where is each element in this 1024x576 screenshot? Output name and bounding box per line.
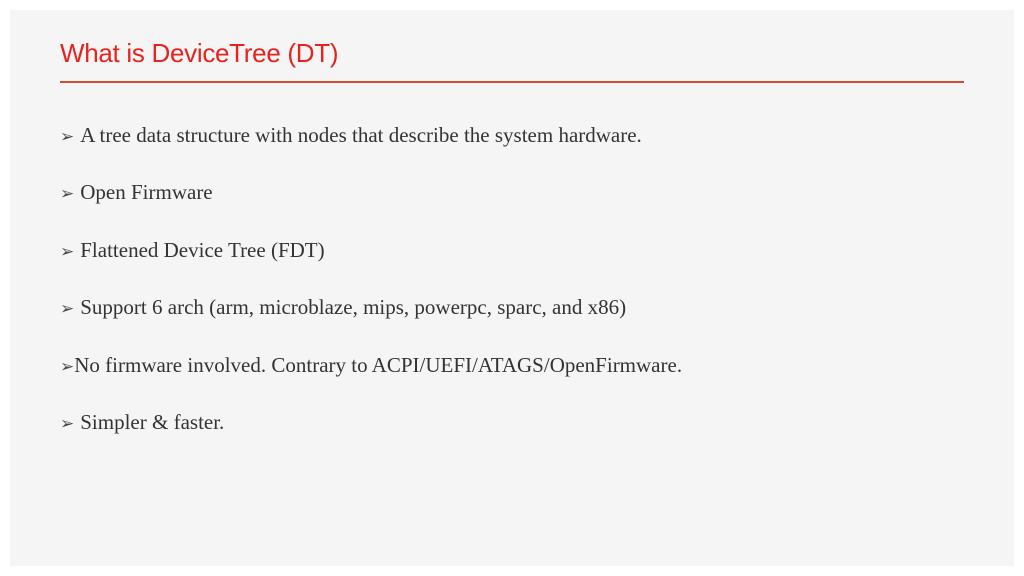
bullet-text: Flattened Device Tree (FDT) (80, 236, 964, 265)
chevron-right-icon: ➢ (60, 297, 74, 321)
bullet-text: Support 6 arch (arm, microblaze, mips, p… (80, 293, 964, 322)
list-item: ➢ Open Firmware (60, 178, 964, 207)
slide-container: What is DeviceTree (DT) ➢ A tree data st… (10, 10, 1014, 566)
list-item: ➢ Simpler & faster. (60, 408, 964, 437)
chevron-right-icon: ➢ (60, 125, 74, 149)
chevron-right-icon: ➢ (60, 412, 74, 436)
list-item: ➢ No firmware involved. Contrary to ACPI… (60, 351, 964, 380)
bullet-text: Simpler & faster. (80, 408, 964, 437)
chevron-right-icon: ➢ (60, 355, 74, 379)
list-item: ➢ A tree data structure with nodes that … (60, 121, 964, 150)
slide-title: What is DeviceTree (DT) (60, 38, 964, 69)
bullet-text: No firmware involved. Contrary to ACPI/U… (74, 351, 964, 380)
bullet-text: A tree data structure with nodes that de… (80, 121, 964, 150)
bullet-list: ➢ A tree data structure with nodes that … (60, 121, 964, 437)
chevron-right-icon: ➢ (60, 182, 74, 206)
list-item: ➢ Flattened Device Tree (FDT) (60, 236, 964, 265)
bullet-text: Open Firmware (80, 178, 964, 207)
list-item: ➢ Support 6 arch (arm, microblaze, mips,… (60, 293, 964, 322)
title-divider (60, 81, 964, 83)
chevron-right-icon: ➢ (60, 240, 74, 264)
